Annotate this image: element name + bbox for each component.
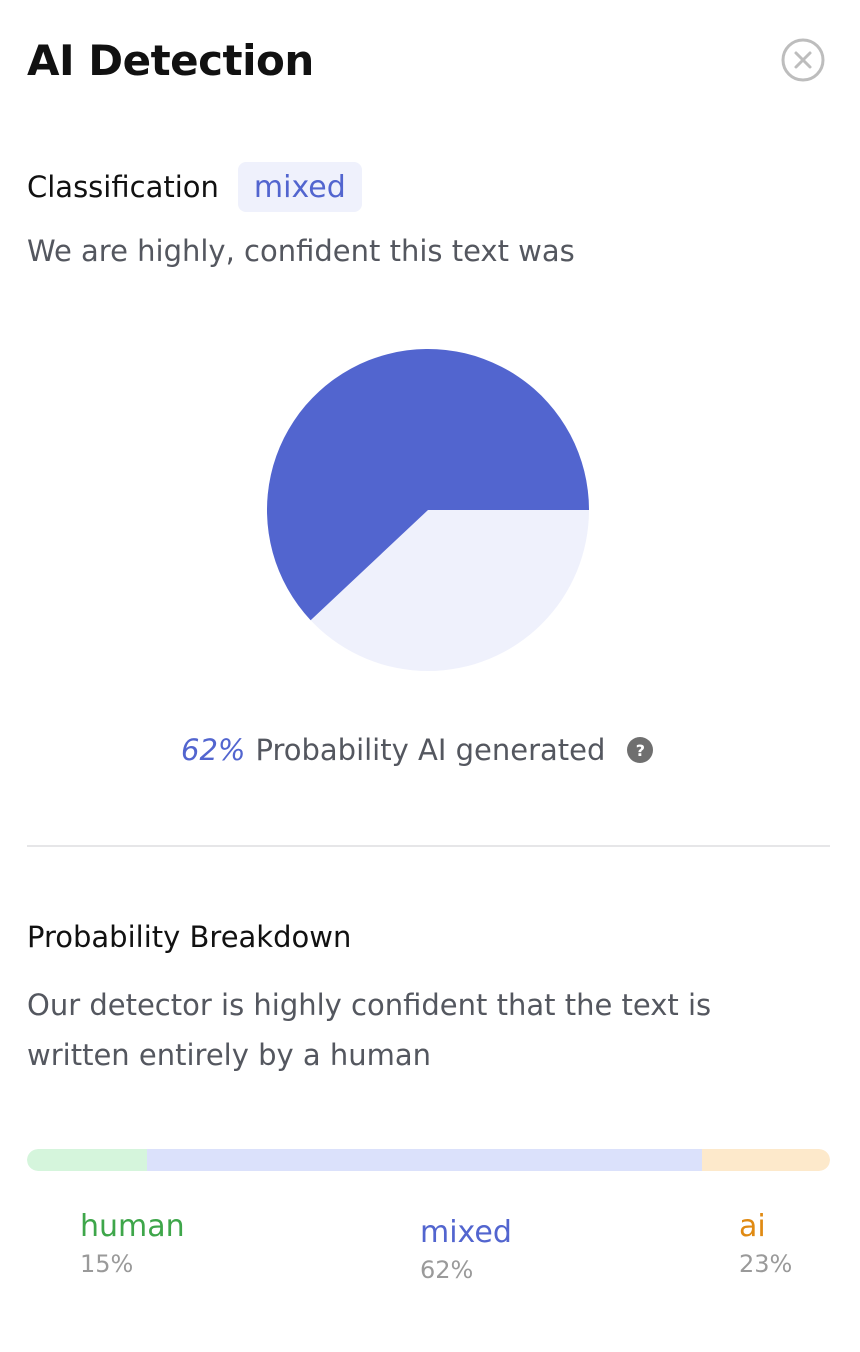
classification-badge: mixed (237, 162, 362, 212)
legend-percent: 23% (739, 1250, 793, 1278)
legend-item-mixed: mixed 62% (420, 1215, 512, 1285)
legend-name: human (80, 1209, 185, 1244)
classification-label: Classification (27, 170, 219, 204)
breakdown-title: Probability Breakdown (27, 920, 352, 954)
close-button[interactable] (781, 38, 825, 82)
page-title: AI Detection (27, 36, 314, 85)
probability-text: Probability AI generated (255, 733, 606, 767)
probability-pie-chart (265, 347, 591, 673)
legend-name: mixed (420, 1215, 512, 1250)
question-circle-icon[interactable]: ? (627, 737, 654, 763)
probability-value: 62% (181, 733, 246, 767)
classification-description: We are highly, confident this text was (27, 234, 575, 268)
legend-item-ai: ai 23% (739, 1209, 792, 1279)
probability-summary: 62% Probability AI generated ? (181, 728, 654, 772)
probability-breakdown-bar (27, 1149, 830, 1171)
section-divider (27, 845, 830, 847)
legend-item-human: human 15% (80, 1209, 185, 1279)
bar-segment-ai (701, 1149, 830, 1171)
bar-segment-human (27, 1149, 148, 1171)
legend-name: ai (739, 1209, 766, 1244)
close-circle-icon (781, 38, 825, 82)
legend-percent: 15% (80, 1250, 134, 1278)
breakdown-description: Our detector is highly confident that th… (27, 988, 712, 1072)
bar-segment-mixed (147, 1149, 702, 1171)
legend-percent: 62% (420, 1256, 474, 1284)
classification-row: Classification mixed (27, 162, 362, 212)
